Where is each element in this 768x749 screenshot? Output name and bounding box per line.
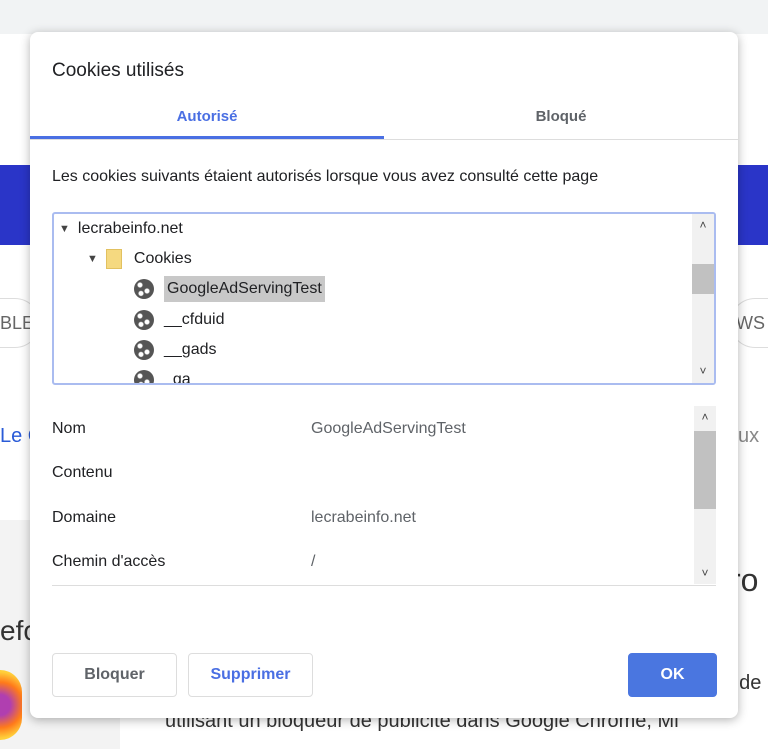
cookie-icon bbox=[134, 340, 154, 360]
scroll-up-icon[interactable]: ˄ bbox=[692, 218, 714, 232]
block-button[interactable]: Bloquer bbox=[52, 653, 177, 697]
detail-key: Chemin d'accès bbox=[52, 553, 166, 570]
tab-allowed[interactable]: Autorisé bbox=[30, 102, 384, 139]
cookies-dialog: Cookies utilisés Autorisé Bloqué Les coo… bbox=[30, 32, 738, 718]
detail-value: GoogleAdServingTest bbox=[311, 420, 466, 437]
tree-cookie-node[interactable]: __gads bbox=[134, 337, 217, 363]
scroll-down-icon[interactable]: ˅ bbox=[694, 566, 716, 580]
dialog-description: Les cookies suivants étaient autorisés l… bbox=[52, 168, 599, 185]
scroll-up-icon[interactable]: ˄ bbox=[694, 410, 716, 424]
folder-label: Cookies bbox=[133, 250, 192, 267]
page-link-right[interactable]: ux bbox=[738, 425, 759, 448]
cookie-icon bbox=[134, 370, 154, 383]
cookie-label: GoogleAdServingTest bbox=[164, 276, 325, 302]
tree-cookie-node[interactable]: _ga bbox=[134, 367, 191, 385]
delete-button[interactable]: Supprimer bbox=[188, 653, 313, 697]
cookie-label: _ga bbox=[164, 371, 191, 385]
scroll-thumb[interactable] bbox=[692, 264, 714, 294]
detail-value: lecrabeinfo.net bbox=[311, 509, 416, 526]
tree-cookie-node[interactable]: __cfduid bbox=[134, 307, 225, 333]
ok-button[interactable]: OK bbox=[628, 653, 717, 697]
firefox-logo-icon bbox=[0, 670, 22, 740]
expanded-triangle-icon[interactable]: ▼ bbox=[59, 216, 70, 242]
cookie-details: Nom GoogleAdServingTest Contenu Domaine le… bbox=[52, 404, 716, 586]
scroll-down-icon[interactable]: ˅ bbox=[692, 364, 714, 378]
tab-bar: Autorisé Bloqué bbox=[30, 102, 738, 140]
browser-top-bar bbox=[0, 0, 768, 34]
tree-scrollbar[interactable]: ˄ ˅ bbox=[692, 214, 714, 383]
detail-key: Nom bbox=[52, 420, 86, 437]
detail-key: Contenu bbox=[52, 464, 113, 481]
cookie-label: __cfduid bbox=[164, 311, 225, 328]
detail-value: / bbox=[311, 553, 316, 570]
details-scrollbar[interactable]: ˄ ˅ bbox=[694, 406, 716, 584]
cookie-icon bbox=[134, 310, 154, 330]
tree-site-node[interactable]: ▼ lecrabeinfo.net bbox=[59, 216, 183, 242]
folder-icon bbox=[105, 249, 122, 269]
tree-folder-node[interactable]: ▼ Cookies bbox=[87, 246, 192, 272]
tab-blocked[interactable]: Bloqué bbox=[384, 102, 738, 139]
site-label: lecrabeinfo.net bbox=[77, 220, 183, 237]
tree-cookie-node[interactable]: GoogleAdServingTest bbox=[134, 276, 325, 302]
dialog-title: Cookies utilisés bbox=[52, 60, 184, 81]
cookie-icon bbox=[134, 279, 154, 299]
cookie-tree[interactable]: ▼ lecrabeinfo.net ▼ Cookies GoogleAdServin… bbox=[52, 212, 716, 385]
detail-key: Domaine bbox=[52, 509, 117, 526]
cookie-label: __gads bbox=[164, 341, 217, 358]
expanded-triangle-icon[interactable]: ▼ bbox=[87, 246, 98, 272]
scroll-thumb[interactable] bbox=[694, 431, 716, 509]
